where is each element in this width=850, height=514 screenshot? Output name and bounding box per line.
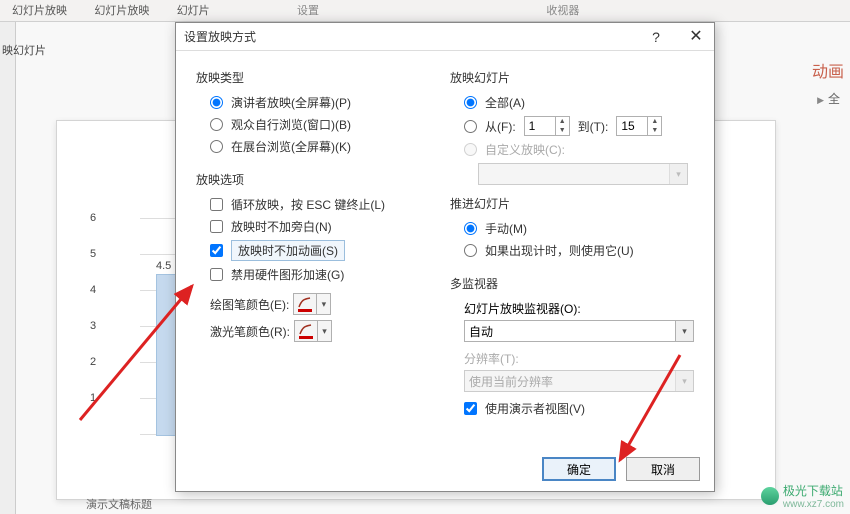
no-animation-checkbox[interactable] xyxy=(210,244,223,257)
timing-radio[interactable] xyxy=(464,244,477,257)
advance-slides-group-label: 推进幻灯片 xyxy=(450,195,694,212)
loop-checkbox[interactable] xyxy=(210,198,223,211)
chart-tick: 4 xyxy=(90,284,96,296)
kiosk-radio-label: 在展台浏览(全屏幕)(K) xyxy=(231,138,351,155)
from-label: 从(F): xyxy=(485,118,516,135)
presentation-title-label: 演示文稿标题 xyxy=(86,496,152,512)
chevron-down-icon[interactable]: ▾ xyxy=(316,294,330,314)
ribbon-item[interactable]: 幻灯片放映 xyxy=(0,0,79,20)
ribbon-item[interactable]: 幻灯片放映 xyxy=(82,0,161,20)
ribbon-group-label: 设置 xyxy=(285,0,331,20)
browse-radio-label: 观众自行浏览(窗口)(B) xyxy=(231,116,351,133)
custom-show-dropdown: ▾ xyxy=(478,163,688,185)
laser-color-swatch xyxy=(295,321,317,341)
disable-hw-checkbox-label: 禁用硬件图形加速(G) xyxy=(231,266,344,283)
no-animation-checkbox-label: 放映时不加动画(S) xyxy=(231,240,345,261)
spin-up-icon[interactable]: ▲ xyxy=(648,117,661,126)
resolution-label: 分辨率(T): xyxy=(464,350,694,367)
manual-radio[interactable] xyxy=(464,222,477,235)
to-value: 15 xyxy=(621,119,634,133)
resolution-value: 使用当前分辨率 xyxy=(469,373,553,390)
pen-icon xyxy=(298,297,312,308)
show-slides-group-label: 放映幻灯片 xyxy=(450,69,694,86)
dialog-title-bar: 设置放映方式 ? ✕ xyxy=(176,23,714,51)
to-spinner[interactable]: 15 ▲▼ xyxy=(616,116,662,136)
disable-hw-checkbox[interactable] xyxy=(210,268,223,281)
multi-monitor-group-label: 多监视器 xyxy=(450,275,694,292)
close-button[interactable]: ✕ xyxy=(678,23,714,51)
chevron-down-icon: ▾ xyxy=(669,164,687,184)
loop-checkbox-label: 循环放映，按 ESC 键终止(L) xyxy=(231,196,385,213)
chart-tick: 3 xyxy=(90,320,96,332)
set-up-show-dialog: 设置放映方式 ? ✕ 放映类型 演讲者放映(全屏幕)(P) 观众自行浏览(窗口)… xyxy=(175,22,715,492)
pen-color-picker[interactable]: ▾ xyxy=(293,293,331,315)
kiosk-radio[interactable] xyxy=(210,140,223,153)
laser-color-picker[interactable]: ▾ xyxy=(294,320,332,342)
presenter-radio-label: 演讲者放映(全屏幕)(P) xyxy=(231,94,351,111)
chevron-down-icon: ▾ xyxy=(675,371,693,391)
ribbon-item[interactable]: 幻灯片 xyxy=(165,0,222,20)
resolution-dropdown: 使用当前分辨率 ▾ xyxy=(464,370,694,392)
animation-pane-title: 动画 xyxy=(812,58,844,82)
chart-tick: 5 xyxy=(90,248,96,260)
dialog-right-column: 放映幻灯片 全部(A) 从(F): 1 ▲▼ 到(T): 15 ▲▼ xyxy=(444,57,700,451)
show-options-group-label: 放映选项 xyxy=(196,171,438,188)
left-panel xyxy=(0,22,16,514)
chevron-down-icon[interactable]: ▾ xyxy=(675,321,693,341)
monitor-label: 幻灯片放映监视器(O): xyxy=(464,300,694,317)
spin-down-icon[interactable]: ▼ xyxy=(556,126,569,135)
watermark: 极光下载站 www.xz7.com xyxy=(761,482,844,510)
presenter-view-checkbox[interactable] xyxy=(464,402,477,415)
from-value: 1 xyxy=(529,119,536,133)
browse-radio[interactable] xyxy=(210,118,223,131)
from-spinner[interactable]: 1 ▲▼ xyxy=(524,116,570,136)
laser-color-label: 激光笔颜色(R): xyxy=(210,323,290,340)
watermark-logo-icon xyxy=(761,487,779,505)
ribbon-group-label: 收视器 xyxy=(534,0,591,20)
pen-color-swatch xyxy=(294,294,316,314)
left-panel-label: 映幻灯片 xyxy=(2,42,46,58)
pen-icon xyxy=(299,324,313,335)
manual-radio-label: 手动(M) xyxy=(485,220,527,237)
from-slides-radio[interactable] xyxy=(464,120,477,133)
timing-radio-label: 如果出现计时，则使用它(U) xyxy=(485,242,634,259)
watermark-name: 极光下载站 xyxy=(783,484,843,498)
dialog-footer: 确定 取消 xyxy=(176,451,714,487)
all-slides-radio-label: 全部(A) xyxy=(485,94,525,111)
watermark-url: www.xz7.com xyxy=(783,499,844,510)
show-type-group-label: 放映类型 xyxy=(196,69,438,86)
pen-color-label: 绘图笔颜色(E): xyxy=(210,296,289,313)
monitor-value: 自动 xyxy=(469,323,493,340)
dialog-left-column: 放映类型 演讲者放映(全屏幕)(P) 观众自行浏览(窗口)(B) 在展台浏览(全… xyxy=(190,57,444,451)
monitor-dropdown[interactable]: 自动 ▾ xyxy=(464,320,694,342)
presenter-view-checkbox-label: 使用演示者视图(V) xyxy=(485,400,585,417)
ok-button[interactable]: 确定 xyxy=(542,457,616,481)
no-narration-checkbox[interactable] xyxy=(210,220,223,233)
spin-down-icon[interactable]: ▼ xyxy=(648,126,661,135)
chart-tick: 6 xyxy=(90,212,96,224)
custom-show-radio-label: 自定义放映(C): xyxy=(485,141,565,158)
dialog-title: 设置放映方式 xyxy=(184,30,256,44)
chart-tick: 1 xyxy=(90,392,96,404)
custom-show-radio xyxy=(464,143,477,156)
all-slides-radio[interactable] xyxy=(464,96,477,109)
cancel-button[interactable]: 取消 xyxy=(626,457,700,481)
ribbon-bar: 幻灯片放映 幻灯片放映 幻灯片 设置 收视器 xyxy=(0,0,850,22)
no-narration-checkbox-label: 放映时不加旁白(N) xyxy=(231,218,332,235)
to-label: 到(T): xyxy=(578,118,609,135)
animation-pane-item[interactable]: 全 xyxy=(817,90,840,107)
help-button[interactable]: ? xyxy=(638,23,674,51)
spin-up-icon[interactable]: ▲ xyxy=(556,117,569,126)
presenter-radio[interactable] xyxy=(210,96,223,109)
chart-tick: 2 xyxy=(90,356,96,368)
chevron-down-icon[interactable]: ▾ xyxy=(317,321,331,341)
chart-data-label: 4.5 xyxy=(156,260,171,272)
